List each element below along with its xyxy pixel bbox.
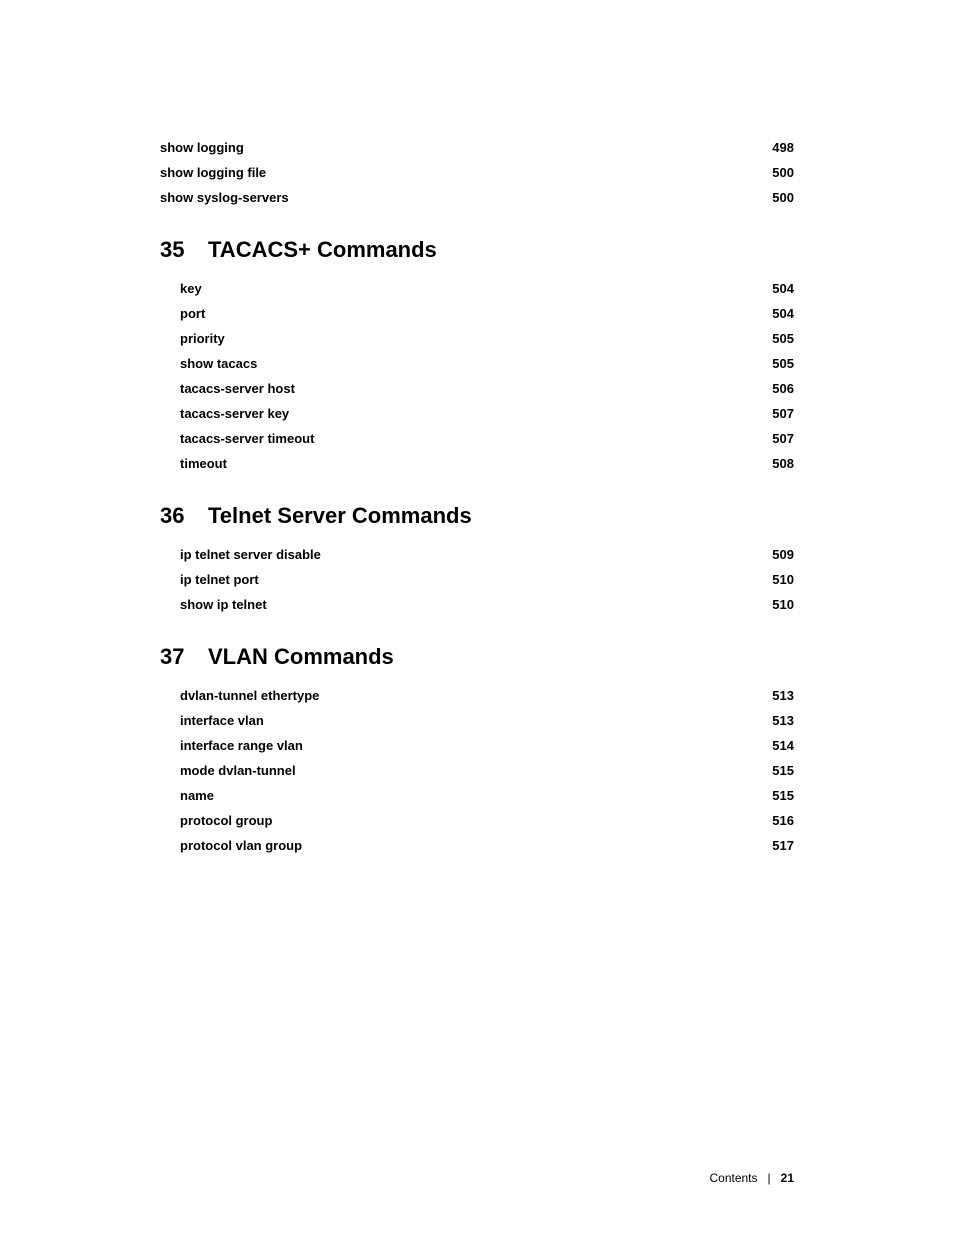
section-header: 36 Telnet Server Commands [160, 503, 794, 529]
toc-entry: ip telnet server disable 509 [180, 547, 794, 562]
toc-entry-page: 510 [764, 572, 794, 587]
toc-entry: show syslog-servers 500 [160, 190, 794, 205]
toc-entry-label: tacacs-server key [180, 406, 289, 421]
toc-entry-label: dvlan-tunnel ethertype [180, 688, 319, 703]
toc-entry: show tacacs 505 [180, 356, 794, 371]
toc-entry-page: 504 [764, 306, 794, 321]
footer-separator: | [768, 1171, 771, 1185]
toc-entry-page: 514 [764, 738, 794, 753]
toc-entry: protocol vlan group 517 [180, 838, 794, 853]
toc-entry-label: tacacs-server host [180, 381, 295, 396]
toc-entry: tacacs-server host 506 [180, 381, 794, 396]
toc-entry-label: ip telnet port [180, 572, 259, 587]
toc-entry-page: 516 [764, 813, 794, 828]
toc-entry: show ip telnet 510 [180, 597, 794, 612]
toc-entry-label: show syslog-servers [160, 190, 289, 205]
section-number: 35 [160, 237, 196, 263]
toc-entry: protocol group 516 [180, 813, 794, 828]
toc-entry-page: 515 [764, 763, 794, 778]
intro-entries: show logging 498 show logging file 500 s… [160, 140, 794, 205]
section-title: TACACS+ Commands [208, 237, 437, 263]
toc-entry-label: interface vlan [180, 713, 264, 728]
toc-entry-page: 507 [764, 406, 794, 421]
toc-entry-page: 505 [764, 331, 794, 346]
toc-entry: interface vlan 513 [180, 713, 794, 728]
toc-entry: dvlan-tunnel ethertype 513 [180, 688, 794, 703]
toc-entry: timeout 508 [180, 456, 794, 471]
toc-entry-label: show logging [160, 140, 244, 155]
section-header: 37 VLAN Commands [160, 644, 794, 670]
toc-entry-page: 515 [764, 788, 794, 803]
toc-entry: interface range vlan 514 [180, 738, 794, 753]
toc-entry-page: 504 [764, 281, 794, 296]
toc-entry-label: priority [180, 331, 225, 346]
section-entries: dvlan-tunnel ethertype 513 interface vla… [180, 688, 794, 853]
toc-entry-page: 507 [764, 431, 794, 446]
toc-entry-page: 506 [764, 381, 794, 396]
toc-entry-page: 500 [764, 165, 794, 180]
toc-entry-label: protocol vlan group [180, 838, 302, 853]
toc-entry-page: 508 [764, 456, 794, 471]
toc-entry: key 504 [180, 281, 794, 296]
toc-entry-label: tacacs-server timeout [180, 431, 314, 446]
toc-entry: name 515 [180, 788, 794, 803]
toc-entry: tacacs-server key 507 [180, 406, 794, 421]
section-entries: key 504 port 504 priority 505 show tacac… [180, 281, 794, 471]
toc-entry-label: port [180, 306, 205, 321]
section-entries: ip telnet server disable 509 ip telnet p… [180, 547, 794, 612]
toc-entry: ip telnet port 510 [180, 572, 794, 587]
toc-entry-label: show logging file [160, 165, 266, 180]
toc-entry-label: show tacacs [180, 356, 257, 371]
toc-entry: port 504 [180, 306, 794, 321]
toc-entry-page: 517 [764, 838, 794, 853]
section-header: 35 TACACS+ Commands [160, 237, 794, 263]
toc-entry: tacacs-server timeout 507 [180, 431, 794, 446]
toc-entry: priority 505 [180, 331, 794, 346]
sections-container: 35 TACACS+ Commands key 504 port 504 pri… [160, 237, 794, 853]
toc-entry-label: timeout [180, 456, 227, 471]
section-number: 37 [160, 644, 196, 670]
toc-entry-label: show ip telnet [180, 597, 267, 612]
toc-entry-page: 509 [764, 547, 794, 562]
toc-entry: mode dvlan-tunnel 515 [180, 763, 794, 778]
page-footer: Contents | 21 [709, 1171, 794, 1185]
toc-entry-page: 500 [764, 190, 794, 205]
toc-entry-label: interface range vlan [180, 738, 303, 753]
footer-label: Contents [709, 1171, 757, 1185]
toc-entry: show logging 498 [160, 140, 794, 155]
toc-entry-page: 513 [764, 713, 794, 728]
section-title: VLAN Commands [208, 644, 394, 670]
toc-entry-label: name [180, 788, 214, 803]
toc-entry-page: 505 [764, 356, 794, 371]
toc-entry-label: protocol group [180, 813, 272, 828]
toc-entry-page: 510 [764, 597, 794, 612]
toc-entry-label: key [180, 281, 202, 296]
toc-entry-page: 513 [764, 688, 794, 703]
toc-entry-label: mode dvlan-tunnel [180, 763, 296, 778]
toc-entry-page: 498 [764, 140, 794, 155]
footer-page: 21 [781, 1171, 794, 1185]
page: show logging 498 show logging file 500 s… [0, 0, 954, 1235]
section-title: Telnet Server Commands [208, 503, 472, 529]
toc-entry-label: ip telnet server disable [180, 547, 321, 562]
toc-entry: show logging file 500 [160, 165, 794, 180]
section-number: 36 [160, 503, 196, 529]
